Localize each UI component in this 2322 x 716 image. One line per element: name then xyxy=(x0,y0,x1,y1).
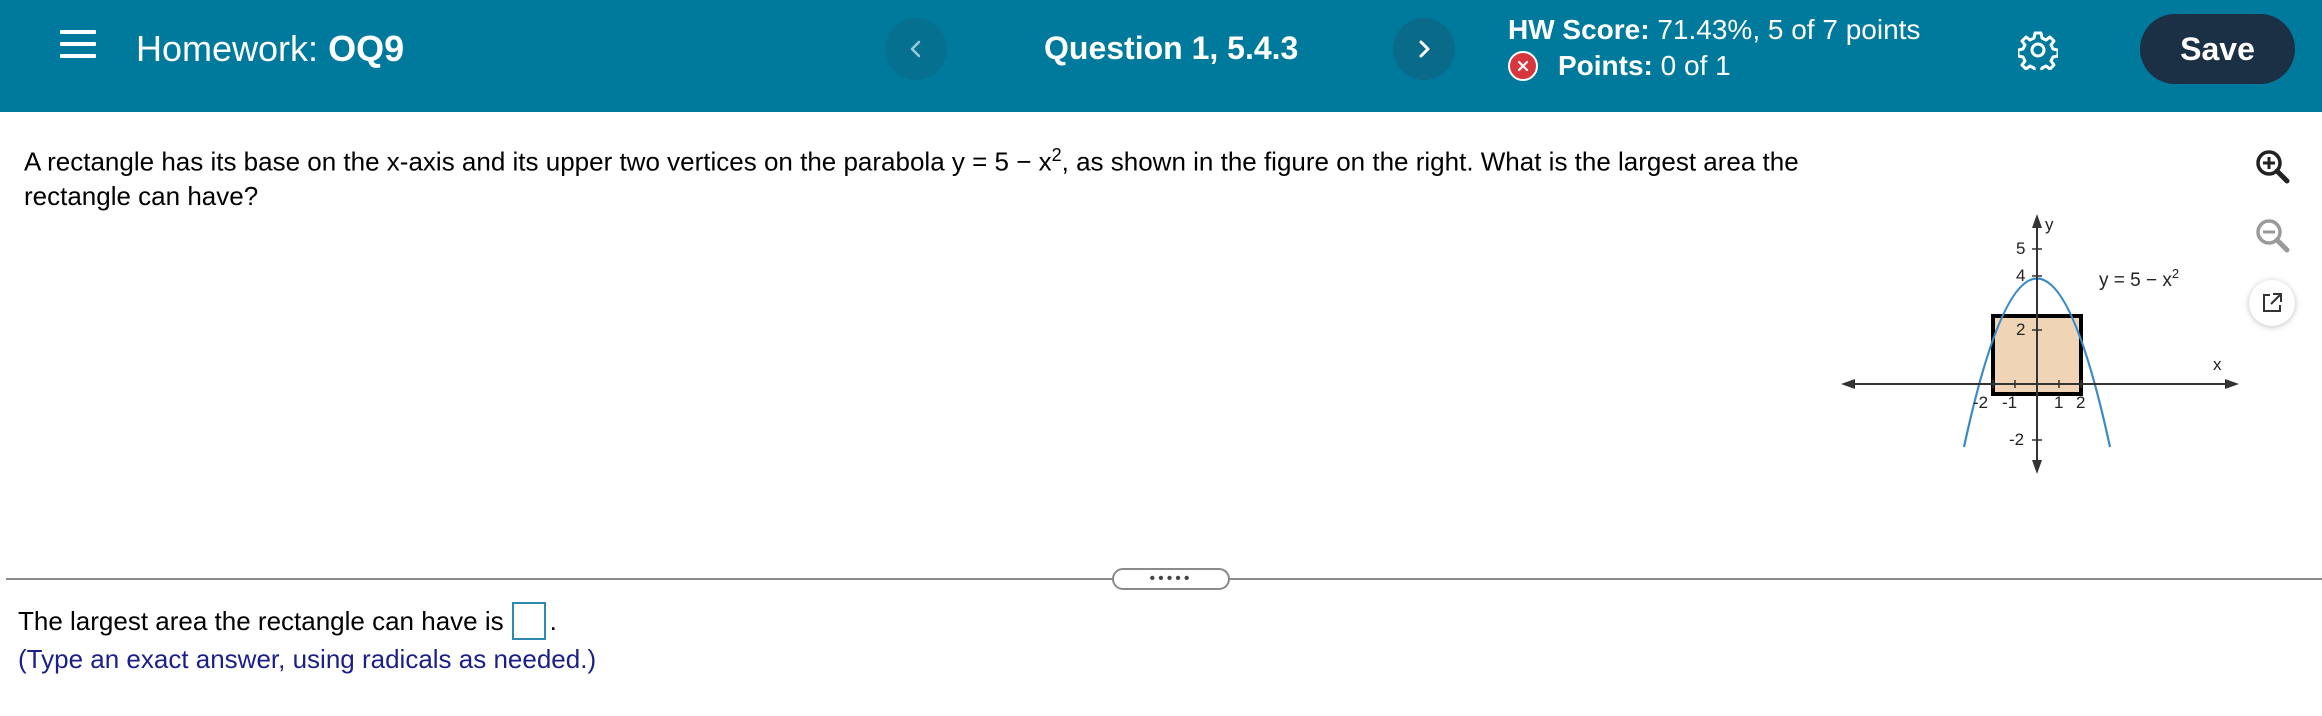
settings-button[interactable] xyxy=(2016,30,2060,75)
y-tick-label: 5 xyxy=(2016,239,2025,258)
y-tick-label: 2 xyxy=(2016,320,2025,339)
zoom-in-button[interactable] xyxy=(2249,143,2295,189)
question-exponent: 2 xyxy=(1051,145,1062,165)
x-tick-label: -2 xyxy=(1973,393,1988,412)
menu-icon[interactable] xyxy=(60,30,96,60)
chevron-left-icon xyxy=(910,40,921,58)
x-axis-label: x xyxy=(2213,355,2222,374)
x-tick-label: -1 xyxy=(2002,393,2017,412)
homework-prefix: Homework: xyxy=(136,28,319,69)
top-bar: Homework: OQ9 Question 1, 5.4.3 HW Score… xyxy=(0,0,2322,112)
popout-button[interactable] xyxy=(2249,280,2295,326)
previous-question-button[interactable] xyxy=(885,18,947,80)
next-question-button[interactable] xyxy=(1393,18,1455,80)
curve-label-exponent: 2 xyxy=(2172,266,2179,281)
points-value: 0 of 1 xyxy=(1660,50,1731,81)
popout-icon xyxy=(2263,293,2282,312)
x-tick-label: 2 xyxy=(2076,393,2085,412)
answer-input[interactable] xyxy=(511,602,546,640)
gear-icon xyxy=(2016,31,2060,75)
question-text-part1: A rectangle has its base on the x-axis a… xyxy=(24,146,1052,177)
question-label: Question 1, 5.4.3 xyxy=(1044,30,1299,66)
homework-name: OQ9 xyxy=(328,28,405,69)
curve-label: y = 5 − x2 xyxy=(2099,266,2179,291)
incorrect-icon xyxy=(1508,51,1538,81)
chevron-right-icon xyxy=(1419,40,1430,58)
zoom-out-button[interactable] xyxy=(2249,212,2295,258)
answer-hint: (Type an exact answer, using radicals as… xyxy=(18,644,597,674)
parabola-figure: y x -2 -1 1 2 5 4 2 -2 y = 5 − x2 xyxy=(1835,210,2245,480)
answer-suffix: . xyxy=(549,605,557,636)
points-label: Points: xyxy=(1558,50,1653,81)
hw-score-value: 71.43%, 5 of 7 points xyxy=(1657,14,1921,45)
answer-prompt: The largest area the rectangle can have … xyxy=(18,605,504,636)
zoom-in-icon xyxy=(2256,150,2290,184)
x-tick-label: 1 xyxy=(2054,393,2063,412)
y-tick-label: 4 xyxy=(2016,266,2025,285)
points-status: Points: 0 of 1 xyxy=(1508,50,1731,82)
answer-line: The largest area the rectangle can have … xyxy=(18,602,557,640)
y-tick-label: -2 xyxy=(2009,430,2024,449)
save-button[interactable]: Save xyxy=(2140,14,2295,84)
hw-score: HW Score: 71.43%, 5 of 7 points xyxy=(1508,14,1920,46)
hw-score-label: HW Score: xyxy=(1508,14,1650,45)
resize-handle[interactable]: ••••• xyxy=(1112,568,1230,590)
y-axis-label: y xyxy=(2045,215,2054,234)
zoom-out-icon xyxy=(2256,219,2290,253)
homework-title: Homework: OQ9 xyxy=(136,28,404,70)
curve-label-text: y = 5 − x xyxy=(2099,270,2172,291)
question-text: A rectangle has its base on the x-axis a… xyxy=(24,138,1824,213)
